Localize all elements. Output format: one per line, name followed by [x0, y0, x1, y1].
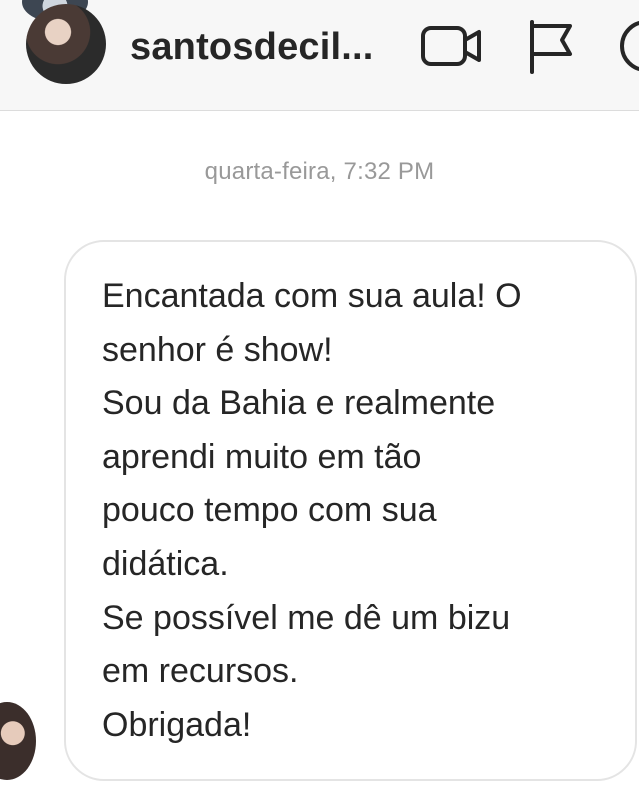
message-line: pouco tempo com sua [102, 491, 437, 530]
message-line: didática. [102, 544, 229, 583]
username[interactable]: santosdecil... [130, 24, 374, 70]
message-line: Se possível me dê um bizu [102, 598, 511, 637]
message-line: Obrigada! [102, 705, 252, 744]
message-line: em recursos. [102, 652, 299, 691]
message-line: aprendi muito em tão [102, 437, 422, 476]
message-timestamp: quarta-feira, 7:32 PM [204, 158, 435, 185]
close-icon[interactable] [578, 0, 622, 14]
message-bubble[interactable]: Encantada com sua aula! O senhor é show!… [64, 240, 637, 781]
video-camera-icon[interactable] [420, 18, 484, 74]
flag-icon[interactable] [526, 18, 576, 74]
message-line: Encantada com sua aula! O [102, 277, 522, 315]
chat-header: santosdecil... [0, 0, 639, 111]
message-line: Sou da Bahia e realmente [102, 384, 496, 423]
avatar[interactable] [26, 4, 106, 84]
sender-avatar[interactable] [0, 702, 36, 780]
message-line: senhor é show! [102, 330, 333, 369]
info-icon[interactable] [612, 18, 639, 74]
